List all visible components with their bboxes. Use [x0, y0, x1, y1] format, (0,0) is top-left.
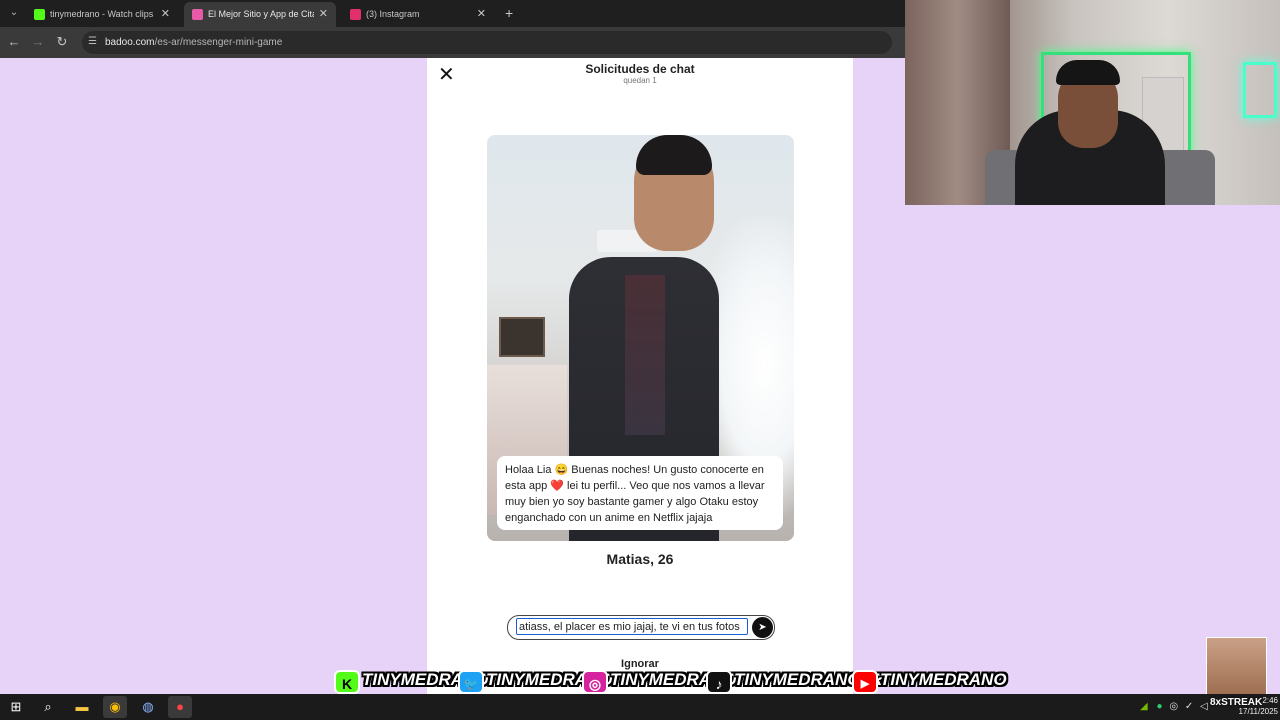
system-tray: ◢ ● ◎ ✓ ◁: [1140, 694, 1210, 720]
windows-taskbar: ⊞ ⌕ ▬ ◉ ◍ ● ◢ ● ◎ ✓ ◁ 2:46 17/11/2025: [0, 694, 1280, 720]
instagram-favicon-icon: [350, 9, 361, 20]
tab-title: El Mejor Sitio y App de Citas Gratis: [208, 9, 314, 19]
close-tab-icon[interactable]: ✕: [161, 2, 170, 27]
tab-title: tinymedrano - Watch clips on Kick: [50, 9, 156, 19]
webcam-overlay: [905, 0, 1280, 205]
steam-icon[interactable]: ◎: [1169, 701, 1178, 712]
url-path: /es-ar/messenger-mini-game: [154, 37, 283, 48]
obs-icon[interactable]: ●: [168, 696, 192, 718]
tab-instagram[interactable]: (3) Instagram ✕: [342, 2, 494, 27]
reply-input[interactable]: atiass, el placer es mio jajaj, te vi en…: [516, 618, 748, 635]
profile-name: Matias, 26: [606, 551, 674, 567]
twitter-icon: 🐦: [458, 670, 484, 694]
reply-box: atiass, el placer es mio jajaj, te vi en…: [507, 615, 775, 640]
discord-icon[interactable]: ◍: [136, 696, 160, 718]
kick-favicon-icon: [34, 9, 45, 20]
youtube-icon: ▶: [852, 670, 878, 694]
message-bubble: Holaa Lia 😄 Buenas noches! Un gusto cono…: [497, 456, 783, 530]
close-icon[interactable]: ✕: [438, 65, 455, 85]
send-icon: ➤: [758, 622, 767, 633]
person-shirt: [625, 275, 665, 435]
site-settings-icon[interactable]: ☰: [88, 36, 100, 48]
person-hair: [636, 135, 712, 175]
remaining-count: quedan 1: [623, 76, 657, 85]
tab-badoo[interactable]: El Mejor Sitio y App de Citas Gratis ✕: [184, 2, 336, 27]
file-explorer-icon[interactable]: ▬: [70, 696, 94, 718]
close-tab-icon[interactable]: ✕: [319, 2, 328, 27]
social-handle: TINYMEDRANO: [880, 670, 1007, 689]
url-text: badoo.com/es-ar/messenger-mini-game: [105, 31, 282, 54]
forward-icon[interactable]: →: [30, 34, 46, 50]
message-text: Holaa Lia 😄 Buenas noches! Un gusto cono…: [505, 464, 765, 524]
search-icon[interactable]: ⌕: [36, 696, 60, 718]
ignore-button[interactable]: Ignorar: [600, 658, 680, 670]
meme-sticker: [1206, 637, 1267, 696]
neon-k-sign: [1243, 62, 1277, 118]
close-tab-icon[interactable]: ✕: [477, 2, 486, 27]
reload-icon[interactable]: ↻: [54, 34, 70, 50]
badoo-favicon-icon: [192, 9, 203, 20]
streak-badge: 8xSTREAK: [1210, 697, 1263, 708]
nvidia-icon[interactable]: ◢: [1140, 701, 1148, 712]
page-title: Solicitudes de chat: [585, 62, 695, 76]
tab-kick[interactable]: tinymedrano - Watch clips on Kick ✕: [26, 2, 178, 27]
chrome-icon[interactable]: ◉: [103, 696, 127, 718]
browser-toolbar: ← → ↻ ☰ badoo.com/es-ar/messenger-mini-g…: [0, 27, 905, 58]
new-tab-button[interactable]: +: [505, 3, 519, 23]
start-icon[interactable]: ⊞: [4, 696, 28, 718]
address-bar[interactable]: ☰ badoo.com/es-ar/messenger-mini-game: [82, 31, 892, 54]
volume-icon[interactable]: ◁: [1200, 701, 1208, 712]
tray-app-icon[interactable]: ●: [1156, 701, 1162, 712]
wifi-icon[interactable]: ✓: [1185, 701, 1193, 712]
streamer-cap: [1056, 60, 1120, 85]
tab-search-icon[interactable]: ⌄: [6, 5, 22, 21]
tab-title: (3) Instagram: [366, 9, 420, 19]
send-button[interactable]: ➤: [752, 617, 773, 638]
instagram-icon: ◎: [582, 670, 608, 694]
wall-poster: [499, 317, 545, 357]
url-host: badoo.com: [105, 37, 155, 48]
kick-icon: K: [334, 670, 360, 694]
tiktok-icon: ♪: [706, 670, 732, 694]
back-icon[interactable]: ←: [6, 34, 22, 50]
